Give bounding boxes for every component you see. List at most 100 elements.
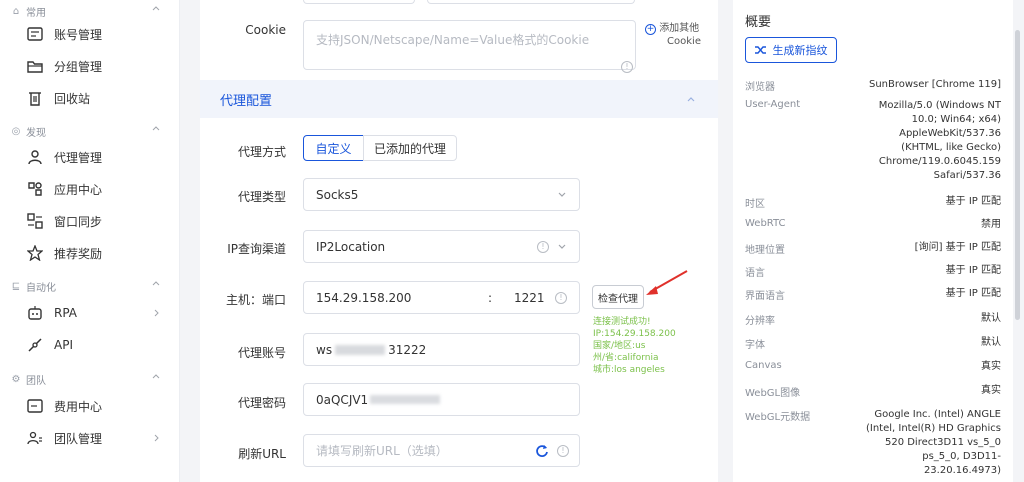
row-value: Google Inc. (Intel) ANGLE (Intel, Intel(… <box>865 409 1001 476</box>
sidebar-item-proxy[interactable]: 代理管理 <box>0 142 180 172</box>
proxy-test-result: 连接测试成功! IP:154.29.158.200 国家/地区:us 州/省:c… <box>593 316 693 376</box>
summary-row: WebGL元数据 Google Inc. (Intel) ANGLE (Inte… <box>745 408 1001 478</box>
sidebar-item-label: 费用中心 <box>54 399 103 414</box>
row-key: 浏览器 <box>745 82 775 93</box>
group-label: 团队 <box>26 375 46 387</box>
row-value: [询问] 基于 IP 匹配 <box>914 242 1001 253</box>
billing-icon <box>26 397 44 415</box>
chevron-up-icon <box>687 97 695 102</box>
proxy-password-input[interactable]: 0aQCJV1 <box>303 383 580 416</box>
host-input[interactable]: 154.29.158.200 <box>316 291 486 305</box>
refresh-url-input[interactable]: 请填写刷新URL（选填） ! <box>303 434 580 467</box>
result-line: 城市:los angeles <box>593 365 665 375</box>
sidebar: ⌂ 常用 账号管理 分组管理 回收站 ◎ 发现 代理管理 应用中心 窗口同步 推… <box>0 0 180 482</box>
cookie-textarea[interactable]: 支持JSON/Netscape/Name=Value格式的Cookie <box>303 20 636 70</box>
sidebar-item-team[interactable]: 团队管理 <box>0 423 180 453</box>
chevron-up-icon <box>152 374 160 379</box>
mode-added-tab[interactable]: 已添加的代理 <box>363 135 457 161</box>
row-value: 真实 <box>981 385 1001 396</box>
chevron-up-icon <box>152 6 160 11</box>
chevron-down-icon <box>558 244 566 249</box>
sidebar-item-api[interactable]: API <box>0 330 180 360</box>
proxy-type-value: Socks5 <box>316 187 359 202</box>
window-sync-icon <box>26 212 44 230</box>
group-label: 常用 <box>26 7 46 19</box>
add-cookie-link[interactable]: + 添加其他 Cookie <box>645 22 705 48</box>
summary-row: User-Agent Mozilla/5.0 (Windows NT 10.0;… <box>745 99 1001 185</box>
sidebar-item-groups[interactable]: 分组管理 <box>0 51 180 81</box>
row-key: 地理位置 <box>745 245 785 256</box>
proxy-type-label: 代理类型 <box>237 190 286 204</box>
host-port-field[interactable]: 154.29.158.200 : 1221 ! <box>303 281 580 314</box>
shuffle-icon <box>754 46 766 54</box>
row-value: 禁用 <box>981 219 1001 230</box>
proxy-type-select[interactable]: Socks5 <box>303 178 580 211</box>
row-value: 基于 IP 匹配 <box>945 265 1001 276</box>
password-value: 0aQCJV1 <box>316 392 369 407</box>
mode-custom-tab[interactable]: 自定义 <box>303 135 364 161</box>
sidebar-item-label: 分组管理 <box>54 59 103 74</box>
sidebar-item-accounts[interactable]: 账号管理 <box>0 19 180 49</box>
group-team[interactable]: ⚙ 团队 <box>0 368 180 390</box>
group-label: 发现 <box>26 127 46 139</box>
automation-icon: ⊑ <box>11 280 21 292</box>
ip-channel-value: IP2Location <box>316 239 386 254</box>
refresh-icon[interactable] <box>535 444 549 458</box>
chevron-up-icon <box>152 281 160 286</box>
chevron-right-icon <box>154 309 159 317</box>
panel-scrollbar[interactable] <box>1015 30 1020 320</box>
sidebar-item-billing[interactable]: 费用中心 <box>0 391 180 421</box>
section-title: 代理配置 <box>220 93 273 109</box>
row-value: SunBrowser [Chrome 119] <box>868 79 1001 90</box>
info-icon: ! <box>557 445 569 457</box>
row-key: 字体 <box>745 340 765 351</box>
host-port-label: 主机：端口 <box>225 293 286 307</box>
group-label: 自动化 <box>26 282 56 294</box>
proxy-account-label: 代理账号 <box>237 346 286 360</box>
star-icon <box>26 244 44 262</box>
prev-field-edge <box>303 0 415 4</box>
proxy-icon <box>26 148 44 166</box>
summary-row: 浏览器 SunBrowser [Chrome 119] <box>745 78 1001 93</box>
sidebar-item-label: API <box>54 338 73 352</box>
proxy-section-header[interactable]: 代理配置 <box>200 80 718 118</box>
sidebar-item-sync[interactable]: 窗口同步 <box>0 206 180 236</box>
sidebar-item-trash[interactable]: 回收站 <box>0 83 180 113</box>
cookie-placeholder: 支持JSON/Netscape/Name=Value格式的Cookie <box>316 33 590 47</box>
row-value: 默认 <box>981 313 1001 324</box>
row-value: 默认 <box>981 337 1001 348</box>
sidebar-item-apps[interactable]: 应用中心 <box>0 174 180 204</box>
info-icon: ! <box>621 61 633 73</box>
red-arrow-annotation <box>646 270 688 295</box>
info-icon: ! <box>537 241 549 253</box>
sidebar-item-label: RPA <box>54 306 78 320</box>
check-proxy-button[interactable]: 检查代理 <box>592 285 644 309</box>
cookie-label: Cookie <box>245 23 286 37</box>
result-line: IP:154.29.158.200 <box>593 329 676 339</box>
sidebar-item-rpa[interactable]: RPA <box>0 298 180 328</box>
proxy-mode-label: 代理方式 <box>237 145 286 159</box>
sidebar-item-rewards[interactable]: 推荐奖励 <box>0 238 180 268</box>
group-discover[interactable]: ◎ 发现 <box>0 120 180 142</box>
summary-title: 概要 <box>745 15 772 30</box>
redacted-blur <box>335 344 386 355</box>
compass-icon: ◎ <box>11 125 21 137</box>
chevron-right-icon <box>154 434 159 442</box>
apps-icon <box>26 180 44 198</box>
sidebar-item-label: 代理管理 <box>54 150 103 165</box>
refresh-url-label: 刷新URL <box>238 447 286 461</box>
sidebar-item-label: 应用中心 <box>54 182 103 197</box>
add-cookie-text: 添加其他 <box>659 23 700 34</box>
row-key: User-Agent <box>745 99 801 110</box>
account-icon <box>26 25 44 43</box>
home-icon: ⌂ <box>12 5 20 17</box>
sidebar-item-label: 窗口同步 <box>54 214 103 229</box>
account-value-end: 31222 <box>388 342 427 357</box>
proxy-account-input[interactable]: ws 31222 <box>303 333 580 366</box>
generate-fingerprint-button[interactable]: 生成新指纹 <box>745 37 837 63</box>
port-input[interactable]: 1221 <box>514 291 545 305</box>
group-automation[interactable]: ⊑ 自动化 <box>0 275 180 297</box>
sidebar-item-label: 推荐奖励 <box>54 246 103 261</box>
robot-icon <box>26 304 44 322</box>
ip-channel-select[interactable]: IP2Location ! <box>303 230 580 263</box>
